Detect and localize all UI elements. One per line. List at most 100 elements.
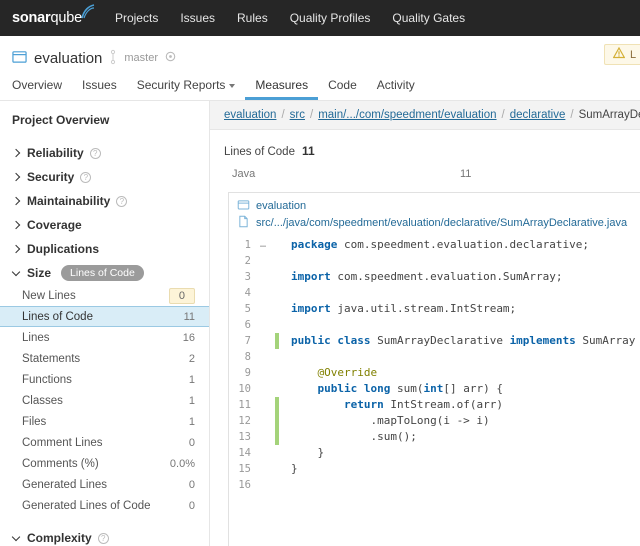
code-lines[interactable]: 1… package com.speedment.evaluation.decla… — [229, 237, 640, 493]
help-icon[interactable]: ? — [116, 195, 128, 207]
code-line[interactable]: 3 import com.speedment.evaluation.SumArra… — [229, 269, 640, 285]
sidebar-metric-comment-lines[interactable]: Comment Lines 0 — [0, 432, 209, 453]
sidebar-metric-generated-lines-of-code[interactable]: Generated Lines of Code 0 — [0, 495, 209, 516]
nav-link-quality-profiles[interactable]: Quality Profiles — [279, 11, 382, 25]
chevron-right-icon — [12, 197, 21, 206]
breadcrumb-separator: / — [501, 109, 505, 121]
bar-track — [290, 170, 450, 179]
tab-measures-label: Measures — [255, 78, 309, 92]
sidebar-domain-label: Complexity — [27, 531, 92, 545]
breadcrumb-item-evaluation[interactable]: evaluation — [224, 109, 276, 121]
code-line-number[interactable]: 8 — [229, 349, 255, 365]
file-row-project[interactable]: evaluation — [237, 197, 640, 214]
code-line-number[interactable]: 16 — [229, 477, 255, 493]
code-line[interactable]: 5 import java.util.stream.IntStream; — [229, 301, 640, 317]
branch-name[interactable]: master — [124, 52, 158, 64]
tab-activity-label: Activity — [376, 78, 415, 92]
tab-overview[interactable]: Overview — [12, 78, 72, 100]
code-line[interactable]: 13 .sum(); — [229, 429, 640, 445]
code-line-text: import com.speedment.evaluation.SumArray… — [291, 270, 563, 283]
code-line[interactable]: 6 — [229, 317, 640, 333]
line-gutter-spacer — [255, 477, 271, 493]
code-line-number[interactable]: 11 — [229, 397, 255, 413]
code-line[interactable]: 7 public class SumArrayDeclarative implem… — [229, 333, 640, 349]
sidebar-domain-size[interactable]: Size Lines of Code — [0, 261, 209, 285]
sidebar-metric-lines-of-code[interactable]: Lines of Code 11 — [0, 306, 209, 327]
code-line-number[interactable]: 13 — [229, 429, 255, 445]
breadcrumb-item-declarative[interactable]: declarative — [510, 109, 566, 121]
code-line-number[interactable]: 4 — [229, 285, 255, 301]
code-line-number[interactable]: 5 — [229, 301, 255, 317]
sidebar-metric-classes[interactable]: Classes 1 — [0, 390, 209, 411]
sidebar-domain-duplications[interactable]: Duplications — [0, 237, 209, 261]
code-line[interactable]: 16 — [229, 477, 640, 493]
code-line-number[interactable]: 6 — [229, 317, 255, 333]
branch-status-icon[interactable] — [165, 51, 176, 65]
sidebar-domain-reliability[interactable]: Reliability? — [0, 141, 209, 165]
code-line-number[interactable]: 2 — [229, 253, 255, 269]
code-line[interactable]: 12 .mapToLong(i -> i) — [229, 413, 640, 429]
nav-link-issues[interactable]: Issues — [169, 11, 226, 25]
logo-text-thin: qube — [50, 10, 83, 26]
sidebar-metric-comments[interactable]: Comments (%) 0.0% — [0, 453, 209, 474]
sidebar-metric-files[interactable]: Files 1 — [0, 411, 209, 432]
code-line-number[interactable]: 9 — [229, 365, 255, 381]
sidebar-domain-security[interactable]: Security? — [0, 165, 209, 189]
chevron-down-icon — [12, 534, 21, 543]
breadcrumb-item-main[interactable]: main/.../com/speedment/evaluation — [318, 109, 496, 121]
code-line-number[interactable]: 1 — [229, 237, 255, 253]
tab-security-reports[interactable]: Security Reports — [127, 78, 246, 100]
sidebar-domain-list: Reliability? Security? Maintainability? Cov… — [0, 141, 209, 546]
line-ellipsis-icon[interactable]: … — [255, 237, 271, 253]
sidebar-metric-statements[interactable]: Statements 2 — [0, 348, 209, 369]
line-gutter-spacer — [255, 253, 271, 269]
sidebar-metric-lines[interactable]: Lines 16 — [0, 327, 209, 348]
logo-text: sonarqube — [12, 10, 82, 26]
nav-link-quality-gates[interactable]: Quality Gates — [381, 11, 476, 25]
tab-activity[interactable]: Activity — [367, 78, 425, 100]
warning-triangle-icon — [612, 46, 626, 62]
line-gutter-spacer — [255, 285, 271, 301]
sidebar-domain-complexity[interactable]: Complexity? — [0, 526, 209, 546]
sidebar-metric-new-lines[interactable]: New Lines 0 — [0, 285, 209, 306]
sonarqube-logo[interactable]: sonarqube — [12, 4, 95, 26]
code-line-number[interactable]: 12 — [229, 413, 255, 429]
sidebar-metric-generated-lines[interactable]: Generated Lines 0 — [0, 474, 209, 495]
breadcrumb-separator: / — [570, 109, 574, 121]
project-icon — [12, 49, 27, 67]
breadcrumb-item-file: SumArrayDeclarative.java — [578, 109, 640, 121]
sidebar-domain-coverage[interactable]: Coverage — [0, 213, 209, 237]
sidebar-metric-functions[interactable]: Functions 1 — [0, 369, 209, 390]
code-line[interactable]: 1… package com.speedment.evaluation.decla… — [229, 237, 640, 253]
code-line[interactable]: 10 public long sum(int[] arr) { — [229, 381, 640, 397]
sidebar-metric-value: 0 — [188, 499, 195, 512]
project-name[interactable]: evaluation — [34, 50, 102, 67]
code-line[interactable]: 15} — [229, 461, 640, 477]
tab-code[interactable]: Code — [318, 78, 367, 100]
nav-link-rules[interactable]: Rules — [226, 11, 279, 25]
warning-badge[interactable]: L — [604, 44, 640, 65]
code-line[interactable]: 8 — [229, 349, 640, 365]
help-icon[interactable]: ? — [80, 171, 92, 183]
breadcrumb-item-src[interactable]: src — [290, 109, 305, 121]
nav-link-projects[interactable]: Projects — [104, 11, 169, 25]
code-line[interactable]: 14 } — [229, 445, 640, 461]
code-line-number[interactable]: 14 — [229, 445, 255, 461]
tab-measures[interactable]: Measures — [245, 78, 319, 100]
sidebar-metric-value: 0.0% — [169, 457, 195, 470]
code-line[interactable]: 11 return IntStream.of(arr) — [229, 397, 640, 413]
code-line[interactable]: 4 — [229, 285, 640, 301]
help-icon[interactable]: ? — [89, 147, 101, 159]
file-row-file[interactable]: src/.../java/com/speedment/evaluation/de… — [237, 214, 640, 231]
sidebar-domain-maintainability[interactable]: Maintainability? — [0, 189, 209, 213]
code-line-number[interactable]: 3 — [229, 269, 255, 285]
code-line-number[interactable]: 7 — [229, 333, 255, 349]
help-icon[interactable]: ? — [97, 532, 109, 544]
code-line[interactable]: 9 @Override — [229, 365, 640, 381]
code-line-number[interactable]: 15 — [229, 461, 255, 477]
code-line[interactable]: 2 — [229, 253, 640, 269]
code-line-number[interactable]: 10 — [229, 381, 255, 397]
sidebar-metric-value: 0 — [188, 436, 195, 449]
tab-issues[interactable]: Issues — [72, 78, 127, 100]
